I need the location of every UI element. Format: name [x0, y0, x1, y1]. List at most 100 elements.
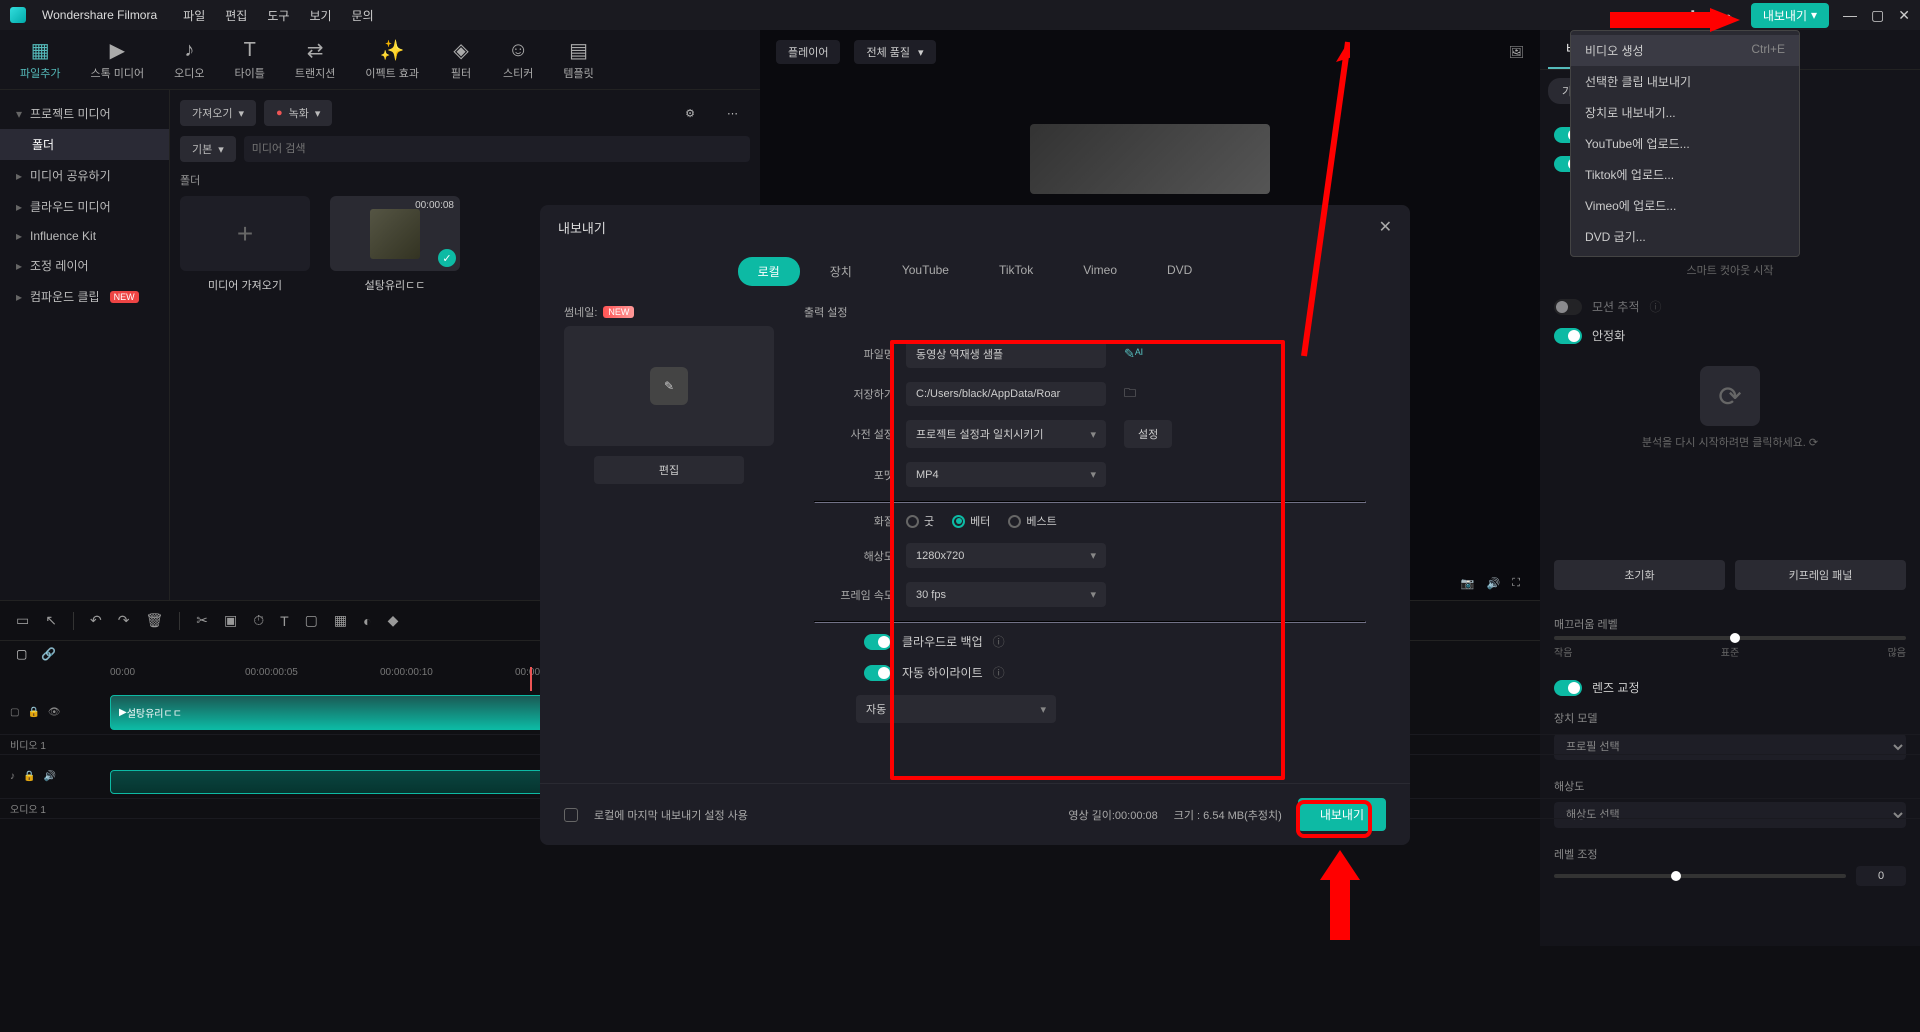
modal-close-icon[interactable]: ✕ — [1379, 217, 1392, 237]
minimize-button[interactable]: — — [1843, 7, 1857, 24]
sidebar-cloud[interactable]: ▸클라우드 미디어 — [0, 191, 169, 222]
cloud-backup-toggle[interactable] — [864, 634, 892, 650]
reset-button[interactable]: 초기화 — [1554, 560, 1725, 590]
export-menu-dvd[interactable]: DVD 굽기... — [1571, 221, 1799, 252]
quality-good[interactable]: 굿 — [906, 513, 934, 529]
tl-redo-icon[interactable]: ↷ — [118, 612, 130, 629]
video-track-head[interactable]: ▢🔒👁 — [0, 707, 110, 718]
quality-best[interactable]: 베스트 — [1008, 513, 1056, 529]
info-icon-2[interactable]: ⓘ — [993, 664, 1005, 681]
folder-icon[interactable]: 🗀 — [1124, 384, 1136, 405]
tl-select-icon[interactable]: ▭ — [16, 612, 29, 629]
menu-edit[interactable]: 편집 — [225, 7, 247, 24]
sidebar-adjust[interactable]: ▸조정 레이어 — [0, 250, 169, 281]
layout-icon[interactable]: ▭ — [1615, 5, 1635, 25]
format-select[interactable]: MP4▾ — [906, 462, 1106, 487]
keyframe-button[interactable]: 키프레임 패널 — [1735, 560, 1906, 590]
modal-tab-youtube[interactable]: YouTube — [882, 257, 969, 286]
auto-highlight-toggle[interactable] — [864, 665, 892, 681]
preset-select[interactable]: 프로젝트 설정과 일치시키기▾ — [906, 420, 1106, 448]
maximize-button[interactable]: ▢ — [1871, 7, 1884, 24]
stabilize-toggle[interactable] — [1554, 328, 1582, 344]
tab-import[interactable]: ▦파일추가 — [20, 38, 60, 81]
tl-pointer-icon[interactable]: ↖ — [45, 612, 57, 629]
level-value[interactable]: 0 — [1856, 866, 1906, 886]
saveto-input[interactable]: C:/Users/black/AppData/Roar — [906, 382, 1106, 406]
volume-icon[interactable]: 🔊 — [1487, 577, 1501, 590]
cloud-icon[interactable]: ☁ — [1649, 5, 1669, 25]
filter-icon[interactable]: ⚙ — [673, 102, 707, 125]
sort-basic[interactable]: 기본▾ — [180, 136, 236, 162]
export-button[interactable]: 내보내기 ▾ — [1751, 3, 1829, 28]
playhead[interactable] — [530, 667, 532, 691]
tl-delete-icon[interactable]: 🗑 — [145, 612, 163, 629]
sidebar-project-media[interactable]: ▾프로젝트 미디어 — [0, 98, 169, 129]
info-icon[interactable]: ⓘ — [993, 633, 1005, 650]
smooth-slider[interactable] — [1554, 636, 1906, 640]
tl-crop-icon[interactable]: ▣ — [224, 612, 237, 629]
picture-icon[interactable]: 🖼 — [1509, 45, 1524, 59]
menu-file[interactable]: 파일 — [183, 7, 205, 24]
thumbnail-preview[interactable]: ✎ — [564, 326, 774, 446]
tab-title[interactable]: T타이틀 — [235, 38, 265, 81]
menu-tool[interactable]: 도구 — [267, 7, 289, 24]
tl-layer-icon[interactable]: ▢ — [305, 612, 318, 629]
edit-thumbnail-button[interactable]: 편집 — [594, 456, 744, 484]
tl-mark-icon[interactable]: ◆ — [388, 612, 399, 629]
tl-undo-icon[interactable]: ↶ — [90, 612, 102, 629]
media-search-input[interactable] — [244, 136, 750, 162]
export-menu-device[interactable]: 장치로 내보내기... — [1571, 97, 1799, 128]
level-slider[interactable] — [1554, 874, 1846, 878]
modal-tab-local[interactable]: 로컬 — [738, 257, 800, 286]
sidebar-share[interactable]: ▸미디어 공유하기 — [0, 160, 169, 191]
export-action-button[interactable]: 내보내기 — [1298, 798, 1386, 831]
tab-filter[interactable]: ◈필터 — [449, 38, 473, 81]
tab-transition[interactable]: ⇄트랜지션 — [295, 38, 335, 81]
media-clip-card[interactable]: 00:00:08 ✓ 설탕유리ㄷㄷ — [330, 196, 460, 293]
tl-cut-icon[interactable]: ✂ — [196, 612, 208, 629]
remember-checkbox[interactable] — [564, 808, 578, 822]
fps-select[interactable]: 30 fps▾ — [906, 582, 1106, 607]
tab-effect[interactable]: ✨이펙트 효과 — [365, 38, 419, 81]
filename-input[interactable]: 동영상 역재생 샘플 — [906, 340, 1106, 368]
audio-track-head[interactable]: ♪🔒🔊 — [0, 771, 110, 782]
tab-audio[interactable]: ♪오디오 — [174, 38, 204, 81]
menu-help[interactable]: 문의 — [352, 7, 374, 24]
close-button[interactable]: ✕ — [1898, 7, 1910, 24]
export-menu-youtube[interactable]: YouTube에 업로드... — [1571, 128, 1799, 159]
tl-color-icon[interactable]: ◐ — [363, 613, 371, 629]
tab-sticker[interactable]: ☺스티커 — [503, 38, 533, 81]
import-media-card[interactable]: + 미디어 가져오기 — [180, 196, 310, 293]
tl-link-icon[interactable]: 🔗 — [41, 647, 56, 661]
tl-text-icon[interactable]: T — [280, 613, 289, 629]
modal-tab-vimeo[interactable]: Vimeo — [1063, 257, 1137, 286]
modal-tab-device[interactable]: 장치 — [810, 257, 872, 286]
sidebar-influence[interactable]: ▸Influence Kit — [0, 222, 169, 250]
modal-tab-dvd[interactable]: DVD — [1147, 257, 1212, 286]
tl-speed-icon[interactable]: ⏱ — [253, 612, 264, 629]
motion-toggle[interactable] — [1554, 299, 1582, 315]
sidebar-folder[interactable]: 폴더 — [0, 129, 169, 160]
menu-view[interactable]: 보기 — [309, 7, 331, 24]
record-dropdown[interactable]: ●녹화▾ — [264, 100, 332, 126]
export-menu-tiktok[interactable]: Tiktok에 업로드... — [1571, 159, 1799, 190]
export-menu-vimeo[interactable]: Vimeo에 업로드... — [1571, 190, 1799, 221]
quality-better[interactable]: 베터 — [952, 513, 990, 529]
resolution-select-modal[interactable]: 1280x720▾ — [906, 543, 1106, 568]
ai-name-icon[interactable]: ✎ᴬᴵ — [1124, 346, 1143, 362]
import-dropdown[interactable]: 가져오기▾ — [180, 100, 256, 126]
sidebar-compound[interactable]: ▸컴파운드 클립NEW — [0, 281, 169, 312]
tab-template[interactable]: ▤템플릿 — [563, 38, 593, 81]
stabilize-icon[interactable]: ⟳ — [1700, 366, 1760, 426]
tl-group-icon[interactable]: ▦ — [334, 612, 347, 629]
more-icon[interactable]: ⋯ — [715, 102, 750, 125]
download-icon[interactable]: ⬇ — [1683, 5, 1703, 25]
tab-stock[interactable]: ▶스톡 미디어 — [90, 38, 144, 81]
cloud-sync-icon[interactable]: ☁ — [1717, 5, 1737, 25]
export-menu-selected[interactable]: 선택한 클립 내보내기 — [1571, 66, 1799, 97]
tl-attach-icon[interactable]: ▢ — [16, 647, 27, 661]
preset-settings-button[interactable]: 설정 — [1124, 420, 1172, 448]
fullscreen-icon[interactable]: ⛶ — [1512, 577, 1520, 590]
quality-select[interactable]: 전체 품질▾ — [854, 40, 935, 64]
modal-tab-tiktok[interactable]: TikTok — [979, 257, 1053, 286]
